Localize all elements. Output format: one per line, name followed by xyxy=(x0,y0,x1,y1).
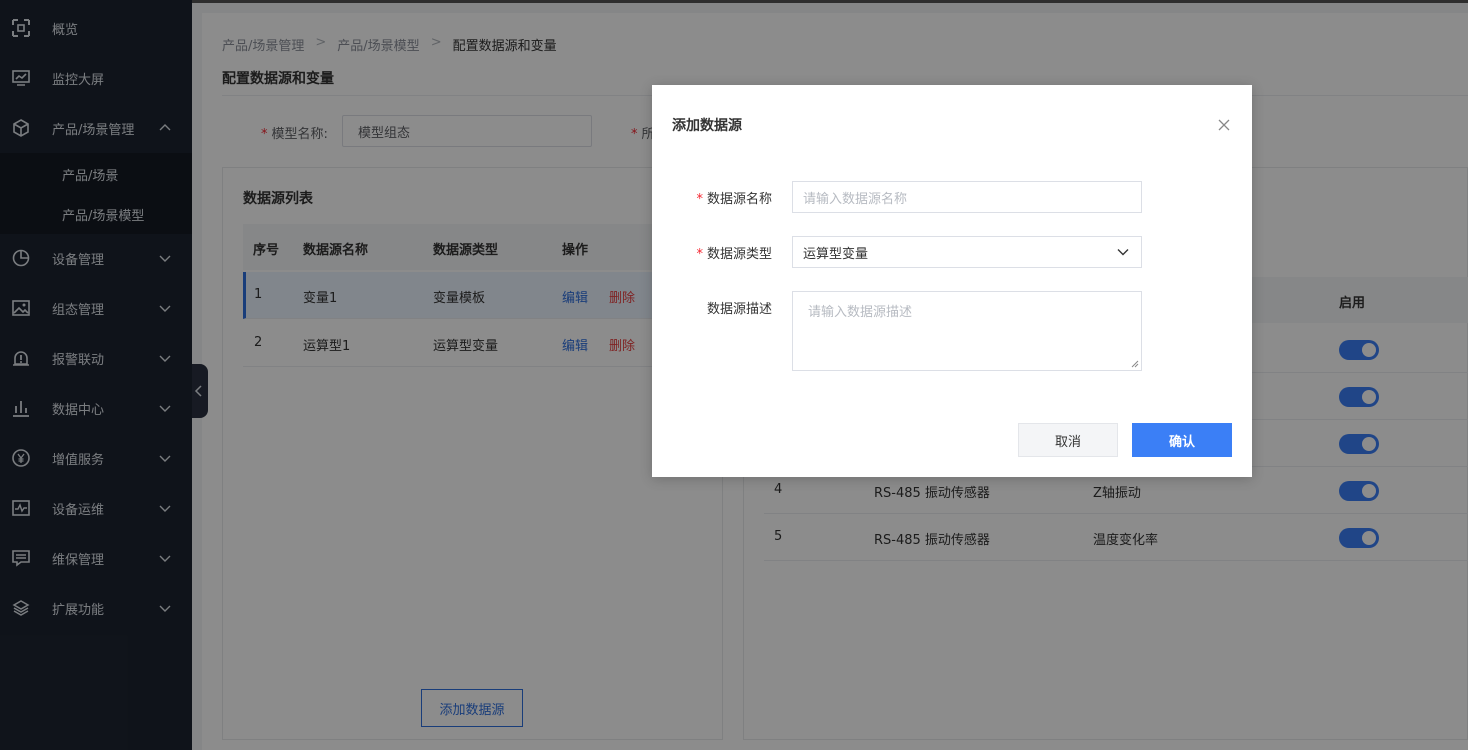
datasource-desc-textarea[interactable]: 请输入数据源描述 xyxy=(792,291,1142,371)
datasource-name-input[interactable]: 请输入数据源名称 xyxy=(792,181,1142,213)
datasource-type-label: * 数据源类型 xyxy=(696,247,772,262)
datasource-type-select[interactable]: 运算型变量 xyxy=(792,236,1142,268)
dialog-title: 添加数据源 xyxy=(672,118,742,134)
resize-handle-icon[interactable] xyxy=(1131,360,1139,368)
add-datasource-dialog: 添加数据源 * 数据源名称 请输入数据源名称 * 数据源类型 运算型变量 数据源描述… xyxy=(652,85,1252,477)
confirm-button[interactable]: 确认 xyxy=(1132,423,1232,457)
datasource-desc-label: 数据源描述 xyxy=(706,302,772,317)
close-icon[interactable] xyxy=(1217,118,1231,132)
cancel-button[interactable]: 取消 xyxy=(1018,423,1118,457)
datasource-name-label: * 数据源名称 xyxy=(696,192,772,207)
chevron-down-icon xyxy=(1117,249,1129,256)
